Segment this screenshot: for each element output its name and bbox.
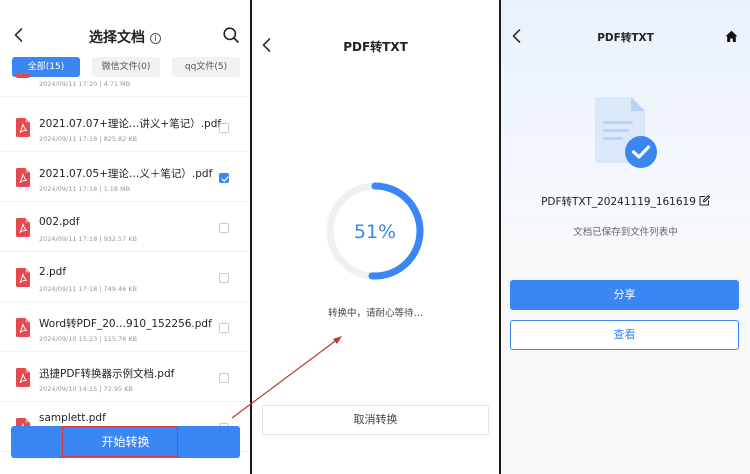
file-checkbox[interactable]	[219, 223, 229, 233]
list-item[interactable]: 迅捷PDF转换器示例文档.pdf 2024/09/10 14:15 | 72.9…	[0, 352, 250, 402]
conversion-result-screen: PDF转TXT PDF转TXT_20241119_161619 文档已保存到文件…	[501, 0, 750, 474]
cancel-convert-button[interactable]: 取消转换	[262, 405, 489, 435]
saved-message: 文档已保存到文件列表中	[573, 227, 678, 238]
header: 选择文档 i	[0, 0, 250, 56]
file-meta: 2024/09/11 17:20 | 4.71 MB	[39, 80, 131, 88]
file-name: 2.pdf	[39, 266, 67, 278]
edit-icon[interactable]	[699, 195, 710, 206]
output-file-name-text: PDF转TXT_20241119_161619	[541, 196, 696, 208]
list-item[interactable]: Word转PDF_20…910_152256.pdf 2024/09/10 15…	[0, 302, 250, 352]
page-title-text: 选择文档	[89, 30, 145, 46]
pdf-file-icon	[16, 118, 30, 137]
pdf-file-icon	[16, 168, 30, 187]
home-icon[interactable]	[725, 28, 738, 42]
file-checkbox[interactable]	[219, 123, 229, 133]
file-checkbox[interactable]	[219, 273, 229, 283]
file-meta: 2024/09/11 17:18 | 932.57 KB	[39, 235, 138, 243]
converting-screen: PDF转TXT 51% 转换中，请耐心等待… 取消转换	[252, 0, 499, 474]
file-list[interactable]: 2024/09/11 17:20 | 4.71 MB 2021.07.07+理论…	[0, 74, 250, 474]
file-meta: 2024/09/11 17:18 | 749.46 KB	[39, 285, 138, 293]
list-item[interactable]: 2021.07.07+理论…讲义+笔记）.pdf 2024/09/11 17:1…	[0, 102, 250, 152]
info-icon[interactable]: i	[150, 33, 161, 44]
list-item[interactable]: 002.pdf 2024/09/11 17:18 | 932.57 KB	[0, 202, 250, 252]
output-file-name: PDF转TXT_20241119_161619	[501, 194, 750, 209]
file-name: 2021.07.07+理论…讲义+笔记）.pdf	[39, 118, 222, 130]
pdf-file-icon	[16, 318, 30, 337]
file-meta: 2024/09/11 17:18 | 1.18 MB	[39, 185, 131, 193]
progress-percentage: 51%	[353, 221, 397, 243]
converting-status-text: 转换中，请耐心等待…	[327, 308, 423, 319]
list-item[interactable]: 2024/09/11 17:20 | 4.71 MB	[0, 74, 250, 97]
pdf-file-icon	[16, 268, 30, 287]
file-name: samplett.pdf	[39, 412, 106, 424]
file-checkbox-checked[interactable]	[219, 173, 229, 183]
list-item[interactable]: 2021.07.05+理论…义＋笔记）.pdf 2024/09/11 17:18…	[0, 152, 250, 202]
pdf-file-icon	[16, 218, 30, 237]
page-title: PDF转TXT	[597, 32, 654, 44]
pdf-file-icon	[16, 74, 30, 78]
file-meta: 2024/09/10 15:23 | 115.76 KB	[39, 335, 138, 343]
check-icon	[221, 176, 229, 182]
file-name: 2021.07.05+理论…义＋笔记）.pdf	[39, 168, 213, 180]
select-document-screen: 选择文档 i 全部(15) 微信文件(0) qq文件(5) 2024/09/11 …	[0, 0, 250, 474]
document-success-icon	[595, 97, 657, 168]
annotation-highlight-box	[62, 426, 178, 457]
file-name: 002.pdf	[39, 216, 80, 228]
list-item[interactable]: 2.pdf 2024/09/11 17:18 | 749.46 KB	[0, 252, 250, 302]
file-checkbox[interactable]	[219, 373, 229, 383]
file-meta: 2024/09/11 17:18 | 825.82 KB	[39, 135, 138, 143]
file-name: 迅捷PDF转换器示例文档.pdf	[39, 368, 175, 380]
pdf-file-icon	[16, 368, 30, 387]
file-meta: 2024/09/10 14:15 | 72.95 KB	[39, 385, 133, 393]
page-title: PDF转TXT	[343, 40, 408, 54]
file-checkbox[interactable]	[219, 323, 229, 333]
search-icon[interactable]	[222, 26, 240, 44]
view-button[interactable]: 查看	[510, 320, 739, 350]
page-title: 选择文档 i	[0, 27, 250, 47]
share-button[interactable]: 分享	[510, 280, 739, 310]
file-name: Word转PDF_20…910_152256.pdf	[39, 318, 212, 330]
